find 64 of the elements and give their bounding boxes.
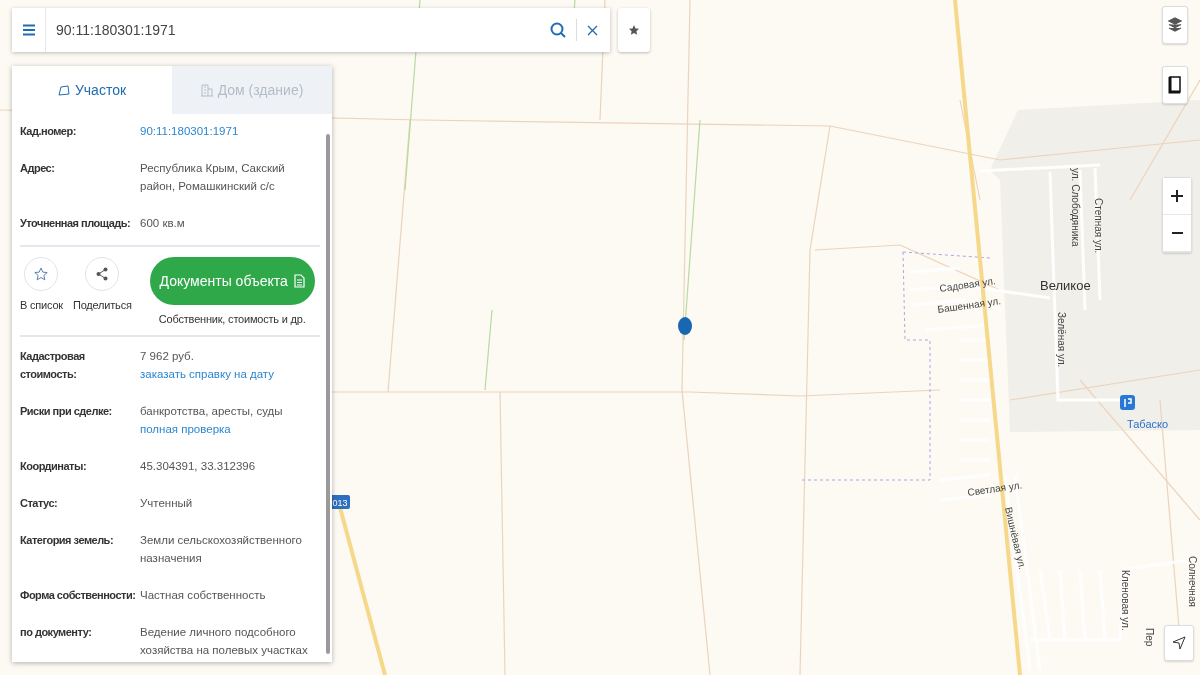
field-label: Адрес: bbox=[20, 161, 56, 176]
ruler-button[interactable] bbox=[1162, 66, 1188, 104]
field-label: Категория земель: bbox=[20, 533, 115, 548]
field-value: Ведение личного подсобного хозяйства на полевых участках bbox=[140, 625, 309, 658]
street-label: Вишнёвая ул. bbox=[1003, 506, 1029, 571]
zoom-out-button[interactable] bbox=[1163, 215, 1191, 252]
menu-button[interactable] bbox=[12, 8, 46, 52]
street-label: Кленовая ул. bbox=[1120, 570, 1131, 631]
menu-icon bbox=[22, 24, 35, 36]
parcel-icon bbox=[57, 83, 70, 97]
street-label: Пер bbox=[1144, 628, 1155, 647]
cadastral-number-link[interactable]: 90:11:180301:1971 bbox=[140, 122, 320, 140]
street-label: Садовая ул. bbox=[938, 275, 997, 294]
details-link[interactable]: заказать справку на дату bbox=[140, 365, 274, 383]
share-icon bbox=[96, 267, 109, 281]
zoom-in-button[interactable] bbox=[1163, 178, 1191, 215]
field-label: Кадастровая стоимость: bbox=[20, 349, 86, 382]
star-icon bbox=[33, 266, 50, 282]
street-label: Башенная ул. bbox=[936, 295, 1002, 315]
details-link[interactable]: полная проверка bbox=[140, 420, 231, 438]
field-value: Частная собственность bbox=[140, 588, 267, 603]
field-value: 600 кв.м bbox=[140, 216, 186, 231]
action-label: В список bbox=[20, 299, 63, 311]
field-label: Координаты: bbox=[20, 459, 88, 474]
documents-caption: Собственник, стоимость и др. bbox=[158, 313, 306, 325]
road-number-sign: 013 bbox=[330, 495, 350, 509]
building-icon bbox=[200, 83, 213, 97]
field-label: Форма собственности: bbox=[20, 588, 137, 603]
search-icon[interactable] bbox=[550, 22, 566, 38]
minus-icon bbox=[1171, 232, 1183, 234]
my-location-button[interactable] bbox=[1164, 625, 1194, 661]
field-value: 7 962 руб. bbox=[140, 349, 194, 364]
scrollbar[interactable] bbox=[326, 134, 330, 654]
close-icon[interactable] bbox=[587, 24, 598, 36]
field-value: Земли сельскохозяйственного назначения bbox=[140, 533, 303, 566]
street-label: ул. Слободяника bbox=[1070, 168, 1081, 247]
layers-icon bbox=[1168, 17, 1182, 33]
layers-button[interactable] bbox=[1162, 6, 1188, 44]
field-label: Статус: bbox=[20, 496, 59, 511]
tab[interactable]: Участок bbox=[12, 66, 172, 114]
field-value: банкротства, аресты, суды bbox=[140, 404, 283, 419]
share-button[interactable] bbox=[85, 257, 120, 291]
street-label: Степная ул. bbox=[1093, 198, 1104, 254]
field-value: 45.304391, 33.312396 bbox=[140, 459, 257, 474]
field-label: Кад.номер: bbox=[20, 124, 77, 139]
field-value: Республика Крым, Сакский район, Ромашкинский с/с bbox=[140, 161, 286, 194]
field-label: Уточненная площадь: bbox=[20, 216, 132, 231]
street-label: Зелёная ул. bbox=[1056, 312, 1067, 368]
field-value: Учтенный bbox=[140, 496, 194, 511]
poi-label: Табаско bbox=[1127, 418, 1169, 430]
action-label: Поделиться bbox=[72, 299, 132, 311]
street-label: Солнечная bbox=[1187, 556, 1198, 607]
place-label: Великое bbox=[1040, 278, 1091, 293]
star-icon bbox=[628, 24, 640, 36]
location-marker[interactable] bbox=[678, 317, 692, 335]
location-arrow-icon bbox=[1172, 636, 1186, 650]
plus-icon bbox=[1171, 190, 1183, 202]
field-label: Риски при сделке: bbox=[20, 404, 113, 419]
documents-button[interactable]: Документы объекта bbox=[149, 257, 315, 305]
field-label: по документу: bbox=[20, 625, 93, 640]
ruler-icon bbox=[1168, 76, 1182, 94]
street-label: Светлая ул. bbox=[966, 479, 1023, 498]
document-icon bbox=[293, 274, 305, 288]
favorites-button[interactable] bbox=[618, 8, 650, 52]
